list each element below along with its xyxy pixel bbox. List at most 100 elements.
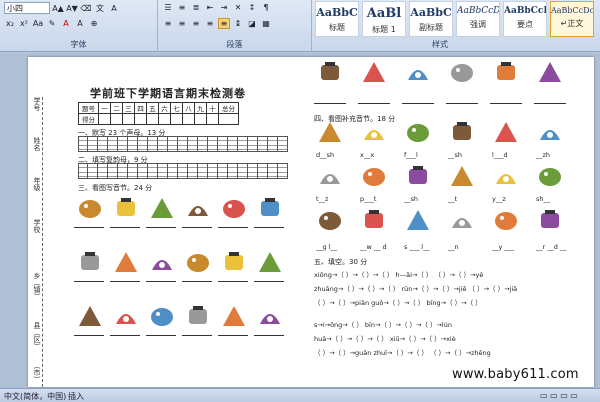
status-language[interactable]: 中文(简体，中国): [4, 391, 66, 402]
answer-line[interactable]: [182, 281, 212, 282]
fill-blank[interactable]: __w __ d: [360, 243, 387, 251]
grid-cell[interactable]: [108, 136, 118, 152]
superscript-button[interactable]: x²: [18, 18, 30, 29]
status-insert-mode[interactable]: 插入: [68, 391, 84, 402]
answer-line[interactable]: [146, 227, 176, 228]
fill-blank[interactable]: p___t: [360, 195, 376, 203]
answer-line[interactable]: [490, 103, 522, 104]
style-title[interactable]: AaBbC 标题: [315, 1, 359, 37]
fill-blank[interactable]: f___l: [404, 151, 418, 159]
answer-line[interactable]: [74, 227, 104, 228]
grid-cell[interactable]: [198, 136, 208, 152]
numbering-button[interactable]: ≡: [176, 2, 188, 13]
fill-blank[interactable]: s ___ l__: [404, 243, 430, 251]
answer-line[interactable]: [146, 281, 176, 282]
score-cell[interactable]: [158, 113, 171, 125]
answer-line[interactable]: [254, 227, 284, 228]
answer-line[interactable]: [110, 227, 140, 228]
fill-blank[interactable]: y__z: [492, 195, 506, 203]
borders-button[interactable]: ▦: [260, 18, 272, 29]
grid-cell[interactable]: [238, 136, 248, 152]
fill-blank[interactable]: __sh: [448, 151, 462, 159]
score-cell[interactable]: [134, 113, 147, 125]
grid-cell[interactable]: [248, 136, 258, 152]
bullets-button[interactable]: ☰: [162, 2, 174, 13]
grid-cell[interactable]: [138, 136, 148, 152]
grid-cell[interactable]: [98, 163, 108, 179]
fill-blank[interactable]: t__z: [316, 195, 328, 203]
change-case-button[interactable]: Aa: [32, 18, 44, 29]
grid-cell[interactable]: [268, 163, 278, 179]
grid-cell[interactable]: [88, 163, 98, 179]
grid-cell[interactable]: [228, 136, 238, 152]
grid-cell[interactable]: [168, 163, 178, 179]
fill-blank[interactable]: __g l__: [316, 243, 337, 251]
score-cell[interactable]: [182, 113, 195, 125]
grid-cell[interactable]: [128, 136, 138, 152]
phonetic-guide-button[interactable]: 文: [94, 3, 106, 14]
grid-cell[interactable]: [278, 136, 288, 152]
grid-cell[interactable]: [208, 163, 218, 179]
style-emphasis[interactable]: AaBbCcD 强调: [456, 1, 500, 37]
chinese-layout-button[interactable]: ✕: [232, 2, 244, 13]
grid-cell[interactable]: [218, 163, 228, 179]
enclose-char-button[interactable]: ⊕: [88, 18, 100, 29]
grid-cell[interactable]: [108, 163, 118, 179]
answer-line[interactable]: [110, 281, 140, 282]
score-cell[interactable]: [206, 113, 219, 125]
grid-cell[interactable]: [168, 136, 178, 152]
answer-line[interactable]: [314, 103, 346, 104]
shrink-font-button[interactable]: A▼: [66, 3, 78, 14]
char-shading-button[interactable]: A: [74, 18, 86, 29]
fill-blank[interactable]: sh__: [536, 195, 550, 203]
grid-cell[interactable]: [98, 136, 108, 152]
answer-line[interactable]: [182, 227, 212, 228]
fill-blank[interactable]: __r __d __: [536, 243, 566, 251]
grid-cell[interactable]: [248, 163, 258, 179]
score-cell[interactable]: [110, 113, 123, 125]
answer-line[interactable]: [146, 335, 176, 336]
char-border-button[interactable]: A: [108, 3, 120, 14]
document-page[interactable]: 学号 姓名 年级 学校 乡（镇） 县（区） （市） 学前班下学期语言期末检测卷 …: [28, 57, 594, 387]
grid-cell[interactable]: [118, 136, 128, 152]
style-heading1[interactable]: AaBl 标题 1: [362, 1, 406, 37]
grid-cell[interactable]: [138, 163, 148, 179]
answer-line[interactable]: [402, 103, 434, 104]
subscript-button[interactable]: x₂: [4, 18, 16, 29]
fill-blank[interactable]: __n: [448, 243, 459, 251]
fill-blank[interactable]: __sh: [404, 195, 418, 203]
sort-button[interactable]: ↕: [246, 2, 258, 13]
grid-cell[interactable]: [78, 163, 88, 179]
style-normal[interactable]: AaBbCcDc ↵正文: [550, 1, 594, 37]
grid-cell[interactable]: [128, 163, 138, 179]
answer-line[interactable]: [446, 103, 478, 104]
clear-format-button[interactable]: ⌫: [80, 3, 92, 14]
grow-font-button[interactable]: A▲: [52, 3, 64, 14]
grid-cell[interactable]: [178, 163, 188, 179]
multilevel-list-button[interactable]: ≣: [190, 2, 202, 13]
grid-cell[interactable]: [218, 136, 228, 152]
grid-cell[interactable]: [228, 163, 238, 179]
grid-cell[interactable]: [178, 136, 188, 152]
fill-blank[interactable]: x__x: [360, 151, 374, 159]
grid-cell[interactable]: [268, 136, 278, 152]
grid-cell[interactable]: [78, 136, 88, 152]
answer-line[interactable]: [182, 335, 212, 336]
answer-line[interactable]: [254, 281, 284, 282]
distributed-button[interactable]: ≡: [218, 18, 230, 29]
fill-blank[interactable]: __zh: [536, 151, 550, 159]
score-cell[interactable]: [170, 113, 183, 125]
line-spacing-button[interactable]: ↨: [232, 18, 244, 29]
score-cell[interactable]: [194, 113, 207, 125]
style-subtitle[interactable]: AaBbC 副标题: [409, 1, 453, 37]
score-cell[interactable]: [146, 113, 159, 125]
grid-cell[interactable]: [238, 163, 248, 179]
grid-cell[interactable]: [158, 136, 168, 152]
answer-line[interactable]: [218, 335, 248, 336]
align-center-button[interactable]: ≡: [176, 18, 188, 29]
fill-blank[interactable]: __t: [448, 195, 457, 203]
highlight-icon[interactable]: ✎: [46, 18, 58, 29]
grid-cell[interactable]: [148, 163, 158, 179]
answer-line[interactable]: [534, 103, 566, 104]
score-cell[interactable]: [98, 113, 111, 125]
